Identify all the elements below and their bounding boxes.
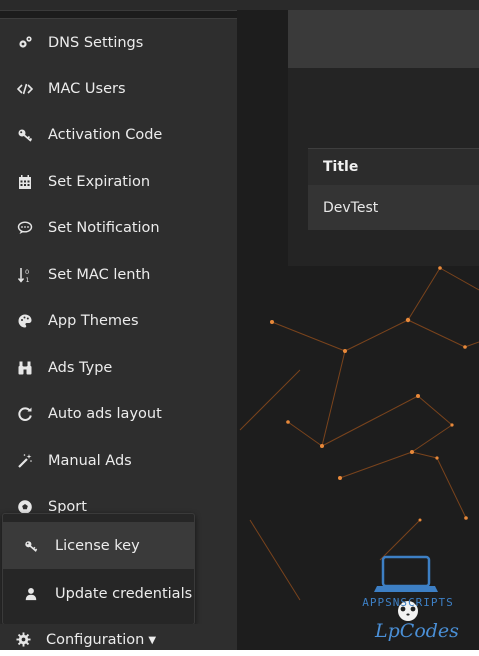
configuration-label: Configuration	[46, 632, 145, 648]
sort-numeric-icon: 01	[16, 266, 34, 284]
menu-item-license-key[interactable]: License key	[3, 522, 194, 569]
key-icon	[16, 126, 34, 144]
sidebar-item-label: Set MAC lenth	[48, 267, 151, 283]
sidebar-item-label: MAC Users	[48, 81, 126, 97]
gears-icon	[16, 34, 34, 52]
table-row[interactable]: DevTest	[308, 185, 479, 230]
sidebar-item-label: Set Notification	[48, 220, 160, 236]
sidebar-item-set-notification[interactable]: Set Notification	[0, 205, 237, 251]
comment-icon	[16, 219, 34, 237]
sidebar-item-set-mac-length[interactable]: 01 Set MAC lenth	[0, 252, 237, 298]
code-icon	[16, 80, 34, 98]
palette-icon	[16, 312, 34, 330]
sidebar-item-label: Activation Code	[48, 127, 163, 143]
svg-text:0: 0	[25, 268, 29, 276]
sidebar-item-label: Ads Type	[48, 360, 113, 376]
user-icon	[23, 586, 39, 602]
sidebar-item-activation-code[interactable]: Activation Code	[0, 112, 237, 158]
refresh-icon	[16, 405, 34, 423]
key-icon	[23, 538, 39, 554]
menu-item-label: Update credentials	[55, 585, 193, 602]
bottom-edge	[0, 650, 479, 656]
sidebar-item-set-expiration[interactable]: Set Expiration	[0, 159, 237, 205]
binoculars-icon	[16, 359, 34, 377]
sidebar-item-manual-ads[interactable]: Manual Ads	[0, 438, 237, 484]
sidebar-item-ads-type[interactable]: Ads Type	[0, 345, 237, 391]
watermark-brand-text: APPSNSCRIPTS	[362, 596, 454, 609]
watermark-lpcodes-text: LpCodes	[375, 620, 459, 642]
menu-item-label: License key	[55, 537, 140, 554]
menu-item-update-credentials[interactable]: Update credentials	[3, 570, 194, 617]
sidebar-item-label: DNS Settings	[48, 35, 144, 51]
content-panel-header	[288, 10, 479, 68]
sidebar-item-label: Manual Ads	[48, 453, 132, 469]
column-header-title: Title	[323, 159, 359, 175]
sidebar-item-dns-settings[interactable]: DNS Settings	[0, 20, 237, 66]
sidebar-divider	[0, 18, 237, 19]
gear-icon	[16, 632, 32, 648]
magic-wand-icon	[16, 452, 34, 470]
table-cell-title: DevTest	[323, 199, 379, 216]
sidebar-item-app-themes[interactable]: App Themes	[0, 298, 237, 344]
dropdown-menu: License key Update credentials	[2, 513, 195, 625]
calendar-icon	[16, 173, 34, 191]
table-header: Title	[308, 148, 479, 186]
caret-down-icon: ▼	[148, 634, 157, 646]
sidebar-item-label: App Themes	[48, 313, 139, 329]
sidebar-item-label: Set Expiration	[48, 174, 151, 190]
sidebar-item-auto-ads-layout[interactable]: Auto ads layout	[0, 391, 237, 437]
svg-text:1: 1	[26, 276, 30, 283]
sidebar-item-mac-users[interactable]: MAC Users	[0, 66, 237, 112]
sidebar-item-label: Auto ads layout	[48, 406, 162, 422]
